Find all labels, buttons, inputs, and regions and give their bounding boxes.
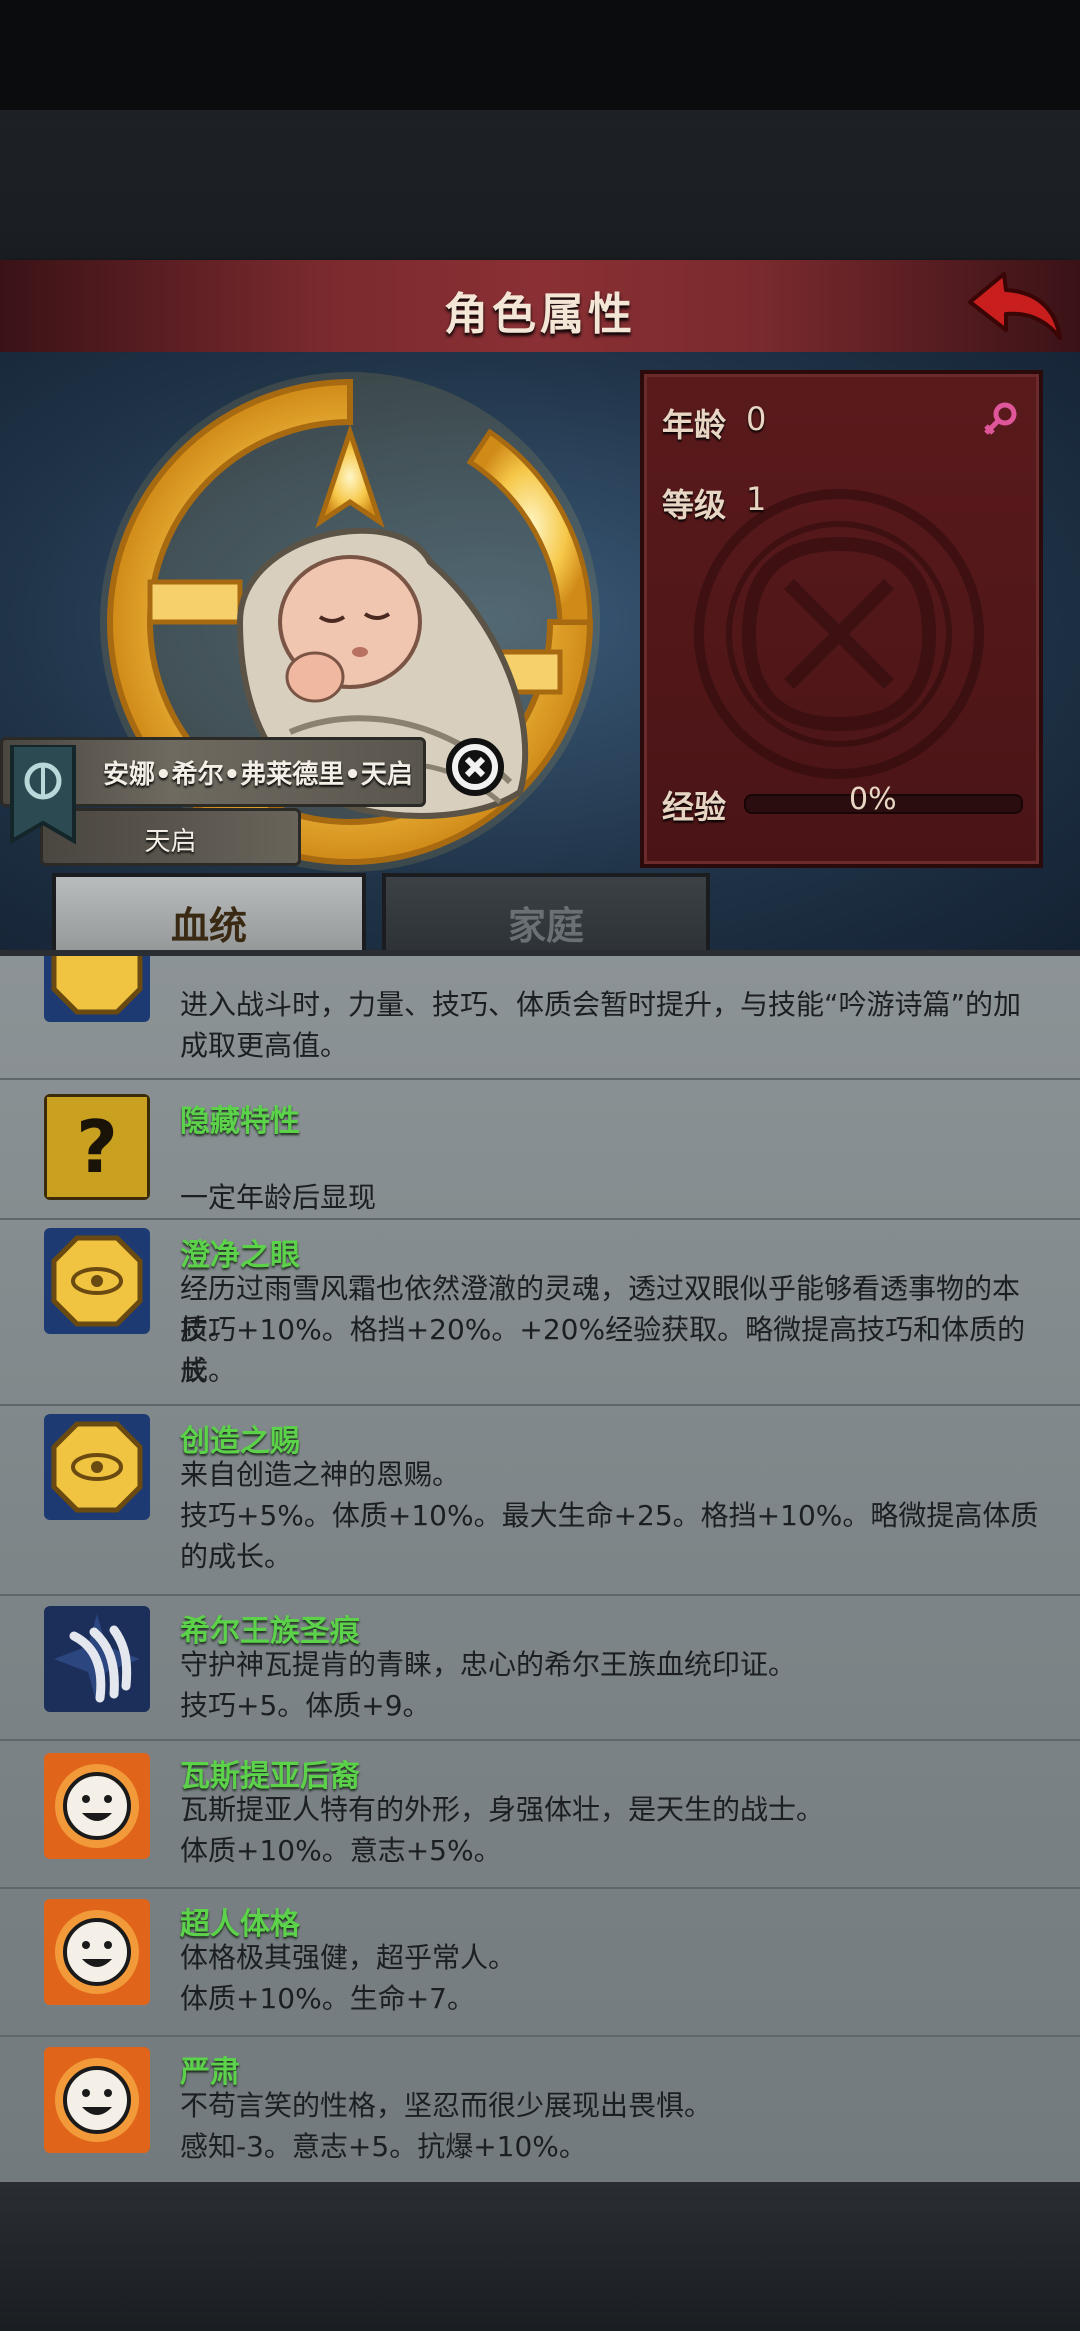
header-background — [0, 110, 1080, 260]
trait-name: 隐藏特性 — [180, 1104, 300, 1139]
smiley-icon — [44, 1753, 150, 1859]
trait-desc-line: 的成长。 — [180, 1540, 293, 1573]
exp-label: 经验 — [662, 788, 727, 826]
trait-desc-line: 成取更高值。 — [180, 1029, 349, 1062]
trait-desc-line: 体格极其强健，超乎常人。 — [180, 1941, 517, 1974]
character-name: 安娜•希尔•弗莱德里•天启 — [103, 760, 413, 790]
back-arrow-icon[interactable] — [966, 268, 1066, 344]
trait-desc-line: 来自创造之神的恩赐。 — [180, 1458, 461, 1491]
stats-panel: 年龄 0 等级 1 经验 0% — [640, 370, 1043, 868]
celtic-knot-emblem — [694, 489, 984, 779]
trait-desc-line: 体质+10%。生命+7。 — [180, 1982, 475, 2015]
trait-list[interactable]: 进入战斗时，力量、技巧、体质会暂时提升，与技能“吟游诗篇”的加 成取更高值。 ?… — [0, 950, 1080, 2188]
exp-value: 0% — [849, 782, 897, 817]
female-symbol-icon — [984, 402, 1017, 435]
trait-item: 进入战斗时，力量、技巧、体质会暂时提升，与技能“吟游诗篇”的加 成取更高值。 — [0, 956, 1080, 1080]
trait-item: 创造之赐 来自创造之神的恩赐。 技巧+5%。体质+10%。最大生命+25。格挡+… — [0, 1404, 1080, 1596]
close-icon[interactable] — [445, 737, 505, 797]
gold-octagon-icon — [44, 956, 150, 1022]
trait-item: 超人体格 体格极其强健，超乎常人。 体质+10%。生命+7。 — [0, 1887, 1080, 2037]
status-bar — [0, 0, 1080, 110]
level-label: 等级 — [662, 486, 727, 524]
age-value: 0 — [746, 400, 767, 438]
gold-eye-icon — [44, 1414, 150, 1520]
character-title: 天启 — [144, 827, 197, 857]
trait-desc-line: 长。 — [180, 1354, 237, 1387]
gold-eye-icon — [44, 1228, 150, 1334]
trait-item: 希尔王族圣痕 守护神瓦提肯的青睐，忠心的希尔王族血统印证。 技巧+5。体质+9。 — [0, 1594, 1080, 1741]
trait-desc-line: 一定年龄后显现 — [180, 1181, 377, 1214]
claw-icon — [44, 1606, 150, 1712]
trait-item: ? 隐藏特性 一定年龄后显现 — [0, 1078, 1080, 1220]
trait-desc-line: 守护神瓦提肯的青睐，忠心的希尔王族血统印证。 — [180, 1648, 797, 1681]
trait-desc-line: 感知-3。意志+5。抗爆+10%。 — [180, 2130, 587, 2163]
trait-desc-line: 技巧+5。体质+9。 — [180, 1689, 431, 1722]
bottom-area — [0, 2182, 1080, 2331]
tab-family-label: 家庭 — [507, 904, 584, 948]
trait-desc-line: 瓦斯提亚人特有的外形，身强体壮，是天生的战士。 — [180, 1793, 825, 1826]
trait-item: 瓦斯提亚后裔 瓦斯提亚人特有的外形，身强体壮，是天生的战士。 体质+10%。意志… — [0, 1739, 1080, 1889]
question-mark-icon: ? — [44, 1094, 150, 1200]
trait-item: 严肃 不苟言笑的性格，坚忍而很少展现出畏惧。 感知-3。意志+5。抗爆+10%。 — [0, 2035, 1080, 2188]
svg-text:?: ? — [76, 1105, 118, 1189]
trait-item: 澄净之眼 经历过雨雪风霜也依然澄澈的灵魂，透过双眼似乎能够看透事物的本质。 技巧… — [0, 1218, 1080, 1406]
trait-desc-line: 进入战斗时，力量、技巧、体质会暂时提升，与技能“吟游诗篇”的加 — [180, 988, 1022, 1021]
character-title-plate: 天启 — [40, 808, 301, 866]
level-value: 1 — [746, 480, 767, 518]
age-label: 年龄 — [662, 406, 727, 444]
trait-desc-line: 技巧+5%。体质+10%。最大生命+25。格挡+10%。略微提高体质 — [180, 1499, 1039, 1532]
trait-desc-line: 体质+10%。意志+5%。 — [180, 1834, 502, 1867]
smiley-icon — [44, 1899, 150, 2005]
trait-desc-line: 不苟言笑的性格，坚忍而很少展现出畏惧。 — [180, 2089, 713, 2122]
clan-banner-icon — [10, 745, 76, 845]
page-title: 角色属性 — [444, 289, 636, 340]
title-bar: 角色属性 — [0, 260, 1080, 356]
smiley-icon — [44, 2047, 150, 2153]
tab-bloodline-label: 血统 — [170, 904, 247, 948]
